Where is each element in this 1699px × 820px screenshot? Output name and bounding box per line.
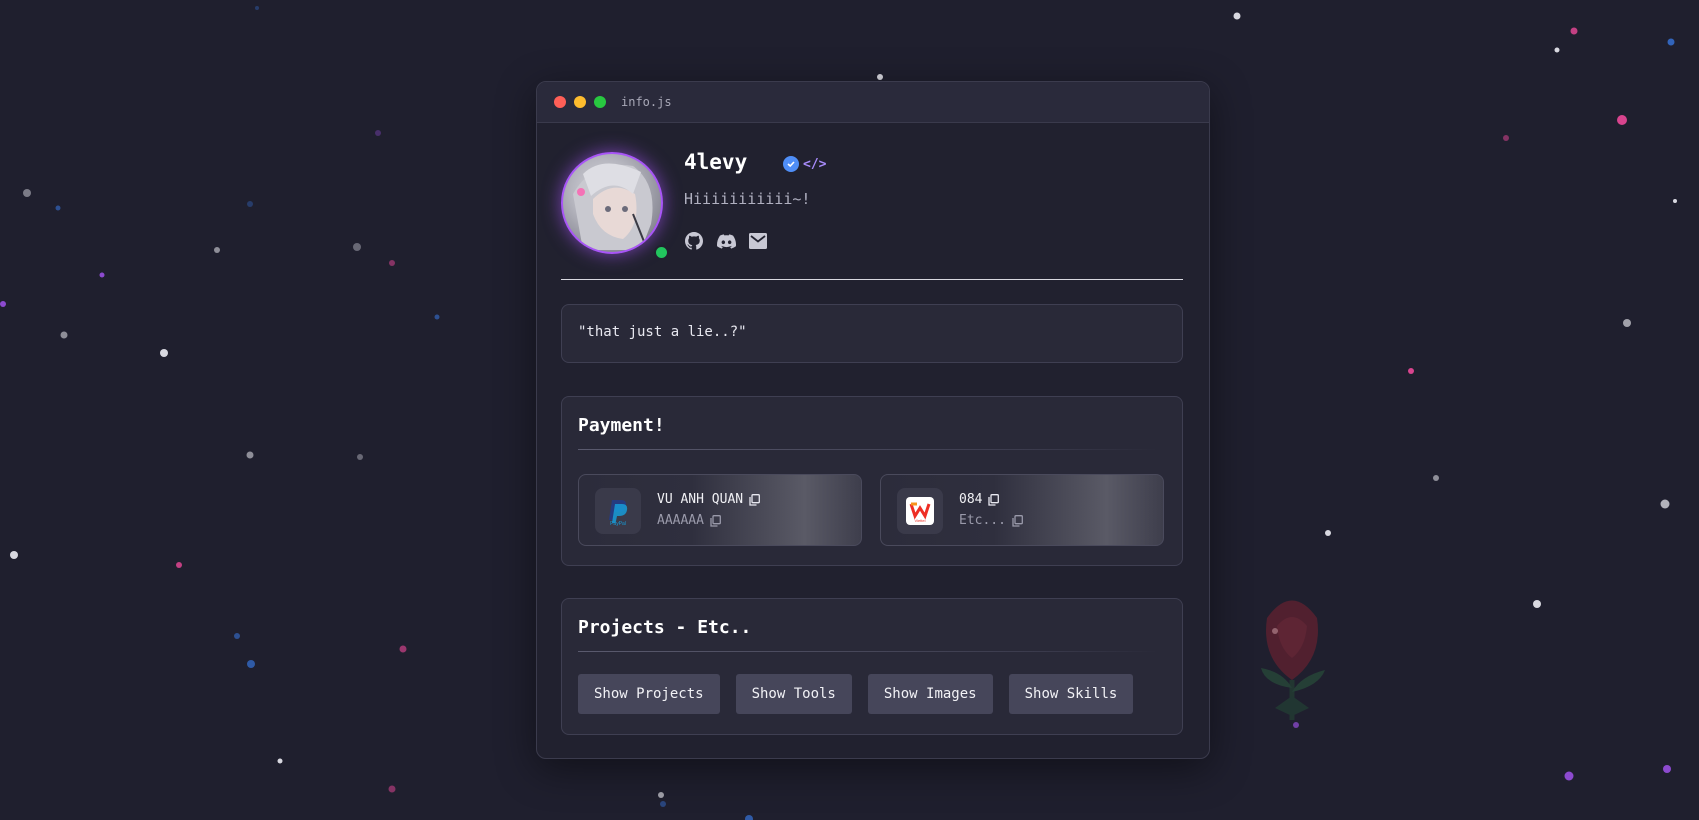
profile-divider	[561, 279, 1183, 280]
title-bar: info.js	[537, 82, 1209, 123]
payment-account-detail: AAAAAA	[657, 513, 721, 528]
projects-title-underline	[578, 651, 1158, 652]
quote-text: "that just a lie..?"	[578, 324, 747, 340]
payment-account-name: VU ANH QUAN	[657, 492, 761, 507]
show-skills-button[interactable]: Show Skills	[1008, 674, 1134, 714]
paypal-name-text: VU ANH QUAN	[657, 492, 744, 507]
payment-title-underline	[578, 449, 1158, 450]
copy-icon[interactable]	[988, 493, 1000, 506]
discord-icon[interactable]	[716, 231, 736, 251]
viettel-name-text: 084	[959, 492, 983, 507]
payment-item-viettel-money[interactable]: Viettel 084 Etc...	[880, 474, 1164, 546]
rose-decoration	[1261, 600, 1325, 720]
projects-card: Projects - Etc.. Show Projects Show Tool…	[561, 598, 1183, 735]
svg-text:PayPal: PayPal	[610, 521, 626, 526]
avatar-image	[573, 163, 653, 250]
bio-text: Hiiiiiiiiiii~!	[684, 190, 811, 208]
payment-title: Payment!	[578, 415, 665, 436]
show-projects-button[interactable]: Show Projects	[578, 674, 720, 714]
paypal-icon: PayPal	[595, 488, 641, 534]
minimize-window-button[interactable]	[574, 96, 586, 108]
copy-icon[interactable]	[1012, 514, 1023, 527]
projects-title: Projects - Etc..	[578, 617, 752, 638]
avatar-container	[561, 152, 669, 260]
social-links	[684, 231, 780, 251]
viettel-money-icon: Viettel	[897, 488, 943, 534]
github-icon[interactable]	[684, 231, 704, 251]
projects-button-row: Show Projects Show Tools Show Images Sho…	[578, 674, 1149, 714]
payment-item-paypal[interactable]: PayPal VU ANH QUAN AAAAAA	[578, 474, 862, 546]
svg-text:Viettel: Viettel	[914, 518, 925, 523]
maximize-window-button[interactable]	[594, 96, 606, 108]
payment-card: Payment! PayPal VU ANH QUAN AAAAAA Viett…	[561, 396, 1183, 566]
verified-icon	[783, 156, 799, 172]
username: 4levy	[684, 150, 748, 174]
code-icon: </>	[803, 156, 827, 172]
badge-group: </>	[783, 156, 826, 172]
avatar	[561, 152, 663, 254]
profile-section: 4levy </> Hiiiiiiiiiii~!	[561, 150, 1183, 262]
copy-icon[interactable]	[749, 493, 761, 506]
window-title: info.js	[621, 95, 672, 109]
quote-card: "that just a lie..?"	[561, 304, 1183, 363]
copy-icon[interactable]	[710, 514, 721, 527]
paypal-detail-text: AAAAAA	[657, 513, 704, 528]
viettel-detail-text: Etc...	[959, 513, 1006, 528]
payment-account-name: 084	[959, 492, 1000, 507]
show-images-button[interactable]: Show Images	[867, 674, 993, 714]
online-status-dot	[654, 245, 669, 260]
info-window: info.js 4levy </> Hiiiiiiiiiii~! "that j…	[536, 81, 1210, 759]
payment-account-detail: Etc...	[959, 513, 1023, 528]
mail-icon[interactable]	[748, 231, 768, 251]
close-window-button[interactable]	[554, 96, 566, 108]
show-tools-button[interactable]: Show Tools	[735, 674, 852, 714]
